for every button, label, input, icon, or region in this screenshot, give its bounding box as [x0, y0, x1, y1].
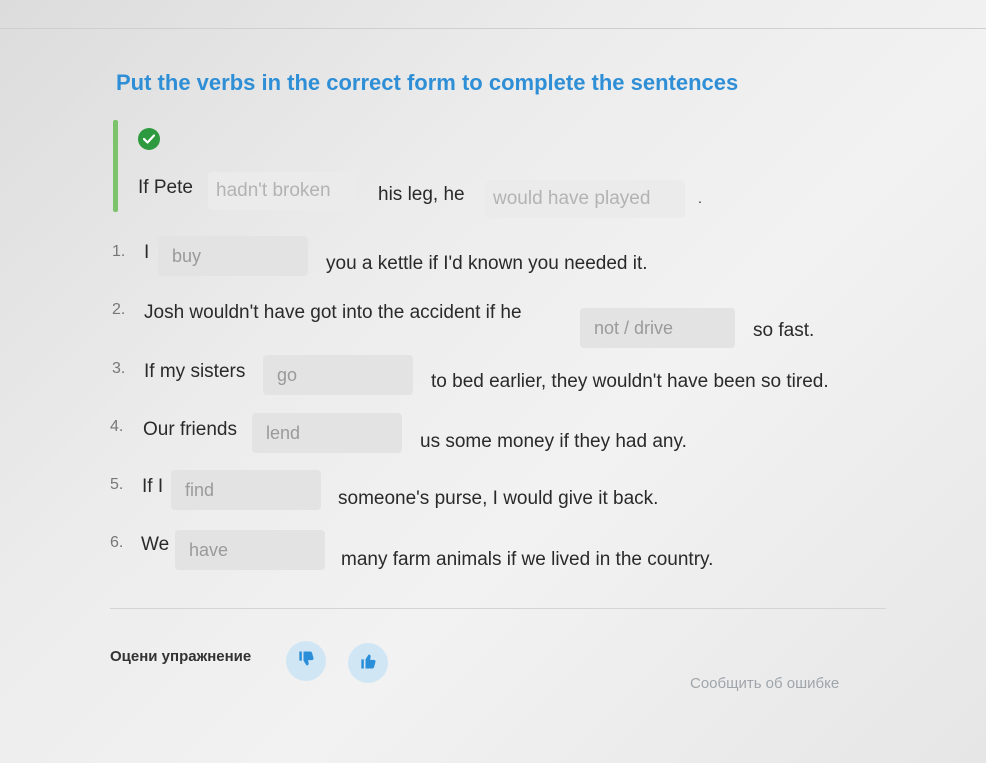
example-answer-1: hadn't broken: [208, 172, 356, 210]
item-text-before: If my sisters: [144, 361, 246, 382]
item-text-after: you a kettle if I'd known you needed it.: [326, 253, 648, 274]
answer-field-6[interactable]: [175, 530, 325, 570]
item-text-before: We: [141, 534, 170, 555]
example-text-middle: his leg, he: [378, 184, 465, 205]
rate-exercise-label: Оцени упражнение: [110, 648, 252, 665]
item-number: 4.: [110, 418, 124, 435]
item-text-before: Our friends: [143, 419, 237, 440]
answer-input-1[interactable]: [170, 244, 296, 268]
check-circle-icon: [138, 128, 160, 150]
answer-field-2[interactable]: [580, 308, 735, 348]
item-number: 5.: [110, 476, 124, 493]
answer-field-3[interactable]: [263, 355, 413, 395]
answer-field-5[interactable]: [171, 470, 321, 510]
item-number: 2.: [112, 301, 126, 318]
example-text-end: .: [698, 190, 702, 206]
item-number: 3.: [112, 360, 126, 377]
example-text-before: If Pete: [138, 177, 193, 198]
item-number: 1.: [112, 243, 126, 260]
answer-field-1[interactable]: [158, 236, 308, 276]
answer-field-4[interactable]: [252, 413, 402, 453]
example-accent-bar: [113, 120, 118, 212]
footer-divider: [110, 608, 886, 609]
item-text-after: to bed earlier, they wouldn't have been …: [431, 371, 829, 392]
answer-input-4[interactable]: [264, 421, 390, 445]
answer-input-3[interactable]: [275, 363, 401, 387]
thumbs-down-icon: [296, 649, 316, 674]
dislike-button[interactable]: [286, 641, 326, 681]
example-answer-2: would have played: [485, 180, 685, 218]
item-text-before: I: [144, 242, 150, 263]
item-text-after: many farm animals if we lived in the cou…: [341, 549, 714, 570]
top-divider: [0, 28, 986, 29]
thumbs-up-icon: [358, 651, 378, 676]
answer-input-5[interactable]: [183, 478, 309, 502]
answer-input-6[interactable]: [187, 538, 313, 562]
like-button[interactable]: [348, 643, 388, 683]
item-text-before: Josh wouldn't have got into the accident…: [144, 302, 522, 323]
answer-input-2[interactable]: [592, 316, 723, 340]
item-number: 6.: [110, 534, 124, 551]
item-text-before: If I: [142, 476, 164, 497]
report-error-link[interactable]: Сообщить об ошибке: [690, 675, 839, 692]
exercise-title: Put the verbs in the correct form to com…: [116, 70, 739, 95]
item-text-after: so fast.: [753, 320, 815, 341]
item-text-after: us some money if they had any.: [420, 431, 687, 452]
item-text-after: someone's purse, I would give it back.: [338, 488, 659, 509]
